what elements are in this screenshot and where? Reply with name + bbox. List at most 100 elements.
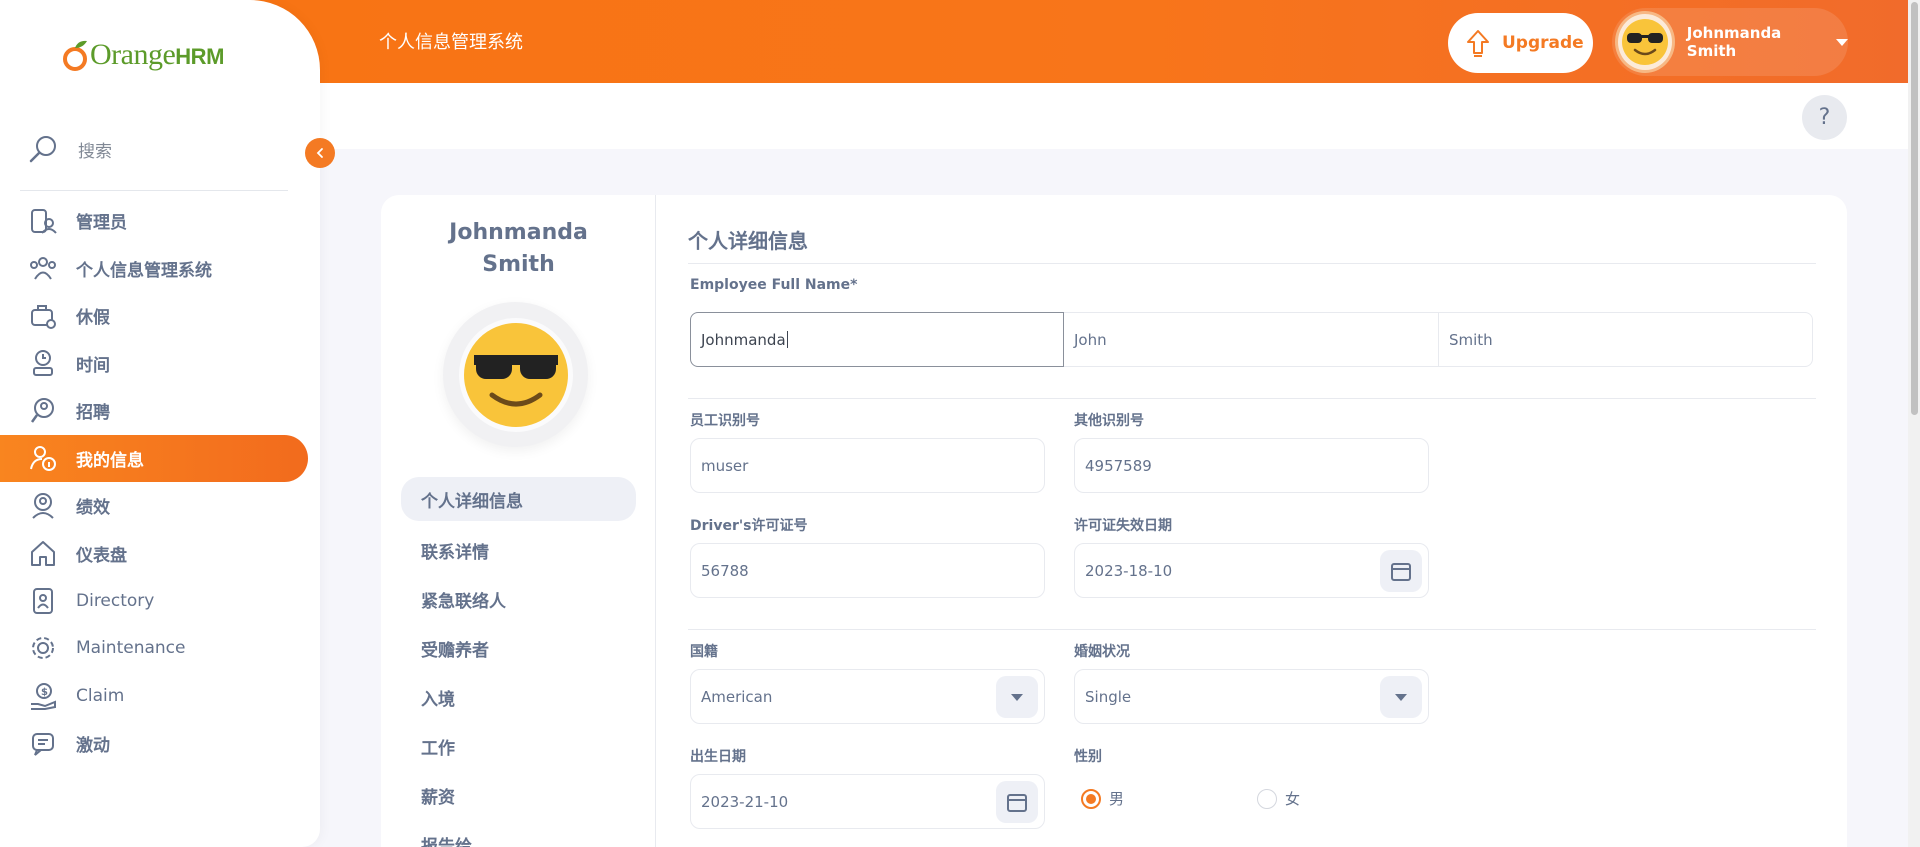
- radio-unchecked-icon: [1257, 788, 1277, 809]
- sidebar-search[interactable]: 搜索: [28, 134, 112, 164]
- tab-emergency-contacts[interactable]: 紧急联络人: [401, 575, 636, 624]
- tab-immigration[interactable]: 入境: [401, 673, 636, 722]
- performance-icon: [28, 491, 58, 521]
- help-button[interactable]: ?: [1802, 95, 1847, 140]
- employee-card: Johnmanda Smith 个人详细信息 联系详情 紧急联络人 受赡养者 入…: [381, 195, 1847, 847]
- caret-down-icon: [1395, 693, 1407, 701]
- radio-checked-icon: [1081, 788, 1101, 809]
- nationality-select[interactable]: American: [690, 669, 1045, 724]
- profile-panel: Johnmanda Smith 个人详细信息 联系详情 紧急联络人 受赡养者 入…: [381, 195, 656, 847]
- marital-status-select[interactable]: Single: [1074, 669, 1429, 724]
- gender-male-radio[interactable]: 男: [1081, 788, 1124, 809]
- last-name-input[interactable]: Smith: [1439, 312, 1813, 367]
- sidebar-item-buzz[interactable]: 激动: [0, 720, 320, 768]
- dob-label: 出生日期: [690, 749, 746, 765]
- sidebar-item-label: 我的信息: [76, 450, 144, 471]
- sidebar-item-label: 仪表盘: [76, 545, 127, 566]
- sidebar-item-my-info[interactable]: 我的信息: [0, 434, 308, 482]
- license-label: Driver's许可证号: [690, 518, 808, 534]
- section-divider: [688, 263, 1816, 264]
- claim-icon: $: [28, 681, 58, 711]
- dashboard-icon: [28, 538, 58, 568]
- sidebar-item-label: Maintenance: [76, 638, 186, 659]
- pim-icon: [28, 253, 58, 283]
- sidebar-search-input[interactable]: 搜索: [78, 137, 112, 162]
- profile-avatar[interactable]: [443, 302, 588, 447]
- calendar-icon: [1007, 794, 1027, 812]
- admin-icon: [28, 206, 58, 236]
- sidebar-item-label: Claim: [76, 685, 125, 706]
- user-dropdown[interactable]: Johnmanda Smith: [1612, 8, 1848, 76]
- dob-calendar-button[interactable]: [996, 781, 1038, 823]
- tab-salary[interactable]: 薪资: [401, 771, 636, 820]
- sidebar-item-admin[interactable]: 管理员: [0, 197, 320, 245]
- full-name-label: Employee Full Name*: [690, 277, 858, 293]
- nationality-label: 国籍: [690, 644, 718, 660]
- license-expiry-calendar-button[interactable]: [1380, 550, 1422, 592]
- other-id-input[interactable]: 4957589: [1074, 438, 1429, 493]
- gender-female-radio[interactable]: 女: [1257, 788, 1300, 809]
- middle-name-input[interactable]: John: [1064, 312, 1439, 367]
- sidebar-item-leave[interactable]: 休假: [0, 292, 320, 340]
- time-icon: [28, 348, 58, 378]
- sidebar-item-label: 个人信息管理系统: [76, 260, 212, 281]
- upgrade-icon: [1467, 30, 1489, 57]
- sidebar-item-label: 激动: [76, 735, 110, 756]
- sidebar-item-label: 绩效: [76, 498, 110, 519]
- sunglasses-emoji-icon: [458, 317, 573, 432]
- recruitment-icon: [28, 396, 58, 426]
- gender-label: 性别: [1074, 749, 1102, 765]
- sidebar-collapse-button[interactable]: [305, 138, 335, 168]
- dob-input[interactable]: 2023-21-10: [690, 774, 1045, 829]
- employee-id-input[interactable]: muser: [690, 438, 1045, 493]
- tab-contact-details[interactable]: 联系详情: [401, 526, 636, 575]
- tab-dependents[interactable]: 受赡养者: [401, 624, 636, 673]
- form-divider: [688, 398, 1816, 399]
- license-expiry-input[interactable]: 2023-18-10: [1074, 543, 1429, 598]
- svg-text:$: $: [41, 687, 48, 698]
- sidebar-item-pim[interactable]: 个人信息管理系统: [0, 245, 320, 293]
- brand-name: OrangeHRM: [90, 38, 224, 71]
- profile-tabs: 个人详细信息 联系详情 紧急联络人 受赡养者 入境 工作 薪资 报告给: [401, 477, 636, 847]
- tab-report-to[interactable]: 报告给: [401, 820, 636, 847]
- sub-header: [320, 83, 1908, 149]
- tab-personal-details[interactable]: 个人详细信息: [401, 477, 636, 521]
- buzz-icon: [28, 728, 58, 758]
- upgrade-button[interactable]: Upgrade: [1448, 13, 1593, 73]
- search-icon: [29, 136, 56, 163]
- leave-icon: [28, 301, 58, 331]
- marital-status-label: 婚姻状况: [1074, 644, 1130, 660]
- sidebar-item-claim[interactable]: $ Claim: [0, 672, 320, 720]
- sidebar-item-label: 招聘: [76, 403, 110, 424]
- sidebar-item-performance[interactable]: 绩效: [0, 482, 320, 530]
- scrollbar-thumb[interactable]: [1911, 2, 1918, 415]
- help-icon: ?: [1818, 105, 1831, 130]
- first-name-input[interactable]: Johnmanda: [690, 312, 1064, 367]
- my-info-icon: [28, 443, 58, 473]
- avatar: [1615, 11, 1675, 73]
- form-divider: [688, 629, 1816, 630]
- sidebar-item-maintenance[interactable]: Maintenance: [0, 625, 320, 673]
- license-input[interactable]: 56788: [690, 543, 1045, 598]
- upgrade-label: Upgrade: [1502, 33, 1584, 53]
- tab-job[interactable]: 工作: [401, 722, 636, 771]
- orange-logo-icon: [63, 40, 87, 71]
- nationality-dropdown-button[interactable]: [996, 676, 1038, 718]
- sidebar-divider: [20, 190, 288, 191]
- license-expiry-label: 许可证失效日期: [1074, 518, 1172, 534]
- directory-icon: [28, 586, 58, 616]
- maintenance-icon: [28, 633, 58, 663]
- other-id-label: 其他识别号: [1074, 413, 1144, 429]
- sidebar-item-time[interactable]: 时间: [0, 340, 320, 388]
- sidebar-item-dashboard[interactable]: 仪表盘: [0, 530, 320, 578]
- chevron-left-icon: [316, 148, 323, 158]
- brand-logo[interactable]: OrangeHRM: [62, 38, 224, 72]
- caret-down-icon: [1011, 693, 1023, 701]
- profile-name: Johnmanda Smith: [449, 220, 588, 277]
- calendar-icon: [1391, 563, 1411, 581]
- marital-status-dropdown-button[interactable]: [1380, 676, 1422, 718]
- sidebar-item-directory[interactable]: Directory: [0, 577, 320, 625]
- text-cursor: [786, 331, 788, 348]
- sidebar-item-recruitment[interactable]: 招聘: [0, 387, 320, 435]
- chevron-down-icon: [1836, 38, 1848, 46]
